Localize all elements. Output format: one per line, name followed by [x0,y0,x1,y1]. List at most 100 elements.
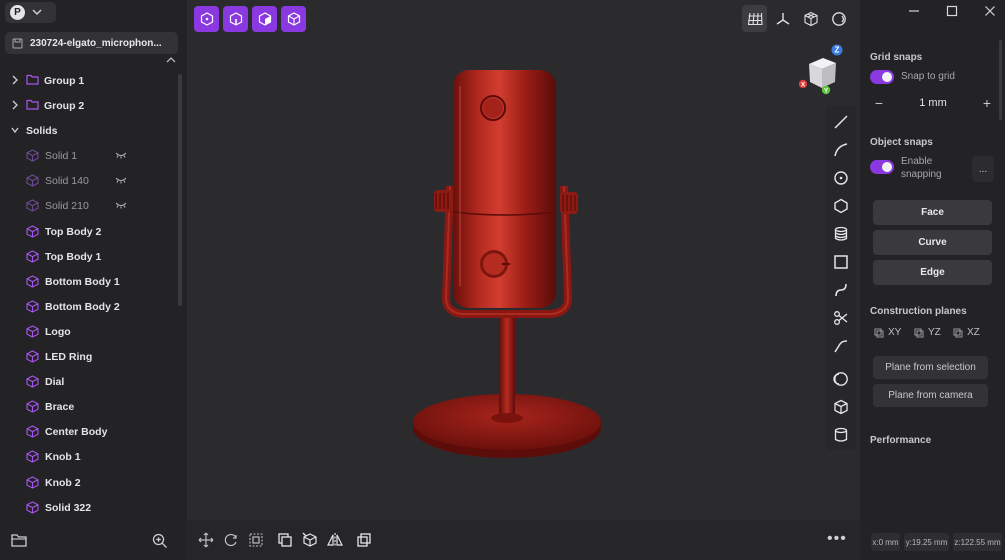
plane-xz-label: XZ [967,327,980,338]
y-axis-handle[interactable]: Y [821,85,831,95]
solid-row[interactable]: Bottom Body 1 [0,269,178,294]
polygon-tool-button[interactable] [832,197,850,215]
solid-cube-icon [26,425,39,438]
mic-pole[interactable] [499,316,515,422]
zoom-in-icon[interactable] [152,533,168,549]
select-solid-button[interactable] [281,6,306,32]
square-icon [834,255,848,269]
curve-tool-button[interactable] [832,141,850,159]
knob-left[interactable] [434,190,454,212]
plane-from-selection-button[interactable]: Plane from selection [873,356,988,379]
boolean-tool-button[interactable] [355,531,373,549]
solid-row[interactable]: Solid 322 [0,495,178,520]
wireframe-toggle-button[interactable] [798,5,823,32]
solid-row[interactable]: Top Body 2 [0,219,178,244]
group-row[interactable]: Group 2 [0,93,178,118]
folder-icon[interactable] [11,533,27,547]
mirror-tool-button[interactable] [326,531,344,549]
rectangle-tool-button[interactable] [832,253,850,271]
solid-cube-icon [26,475,39,489]
duplicate-tool-button[interactable] [276,531,294,549]
outliner-footer [0,520,187,560]
render-mode-button[interactable] [826,5,851,32]
coord-x-readout: x:0 mm [871,533,900,551]
solid-row[interactable]: Solid 210 [0,193,178,218]
grid-toggle-button[interactable] [742,5,767,32]
solid-row[interactable]: Top Body 1 [0,244,178,269]
solid-row[interactable]: Logo [0,319,178,344]
eye-closed-icon[interactable] [115,201,127,209]
chevron-down-icon[interactable] [11,125,19,135]
transform-toolbar [187,520,860,560]
rotate-tool-button[interactable] [222,531,240,549]
draw-tools-toolbar [826,106,856,450]
eye-closed-icon[interactable] [115,176,127,184]
chevron-up-icon[interactable] [166,56,176,63]
enable-snapping-toggle[interactable] [870,160,894,174]
curve-snap-button[interactable]: Curve [873,230,992,255]
outliner-scrollbar[interactable] [178,74,182,306]
solid-row[interactable]: Brace [0,394,178,419]
z-axis-handle[interactable]: Z [831,44,843,56]
plane-xz-button[interactable]: XZ [953,327,980,338]
select-edge-button[interactable] [223,6,248,32]
extrude-tool-button[interactable] [832,225,850,243]
solid-row[interactable]: Solid 140 [0,168,178,193]
sweep-tool-button[interactable] [832,281,850,299]
shell-circle-icon [833,372,848,386]
cylinder-primitive-button[interactable] [832,426,850,444]
solid-row[interactable]: Dial [0,369,178,394]
box-primitive-button[interactable] [832,398,850,416]
align-tool-button[interactable] [301,531,319,549]
solid-row[interactable]: Solid 1 [0,143,178,168]
eye-closed-icon[interactable] [115,151,127,159]
plane-yz-button[interactable]: YZ [914,327,941,338]
axes-toggle-button[interactable] [770,5,795,32]
solid-row[interactable]: Bottom Body 2 [0,294,178,319]
plane-xy-button[interactable]: XY [874,327,901,338]
minimize-button[interactable] [905,4,923,18]
select-face-button[interactable] [252,6,277,32]
line-tool-button[interactable] [832,113,850,131]
solid-row[interactable]: Knob 1 [0,444,178,469]
snap-to-grid-toggle[interactable] [870,70,894,84]
microphone-model[interactable] [410,66,610,466]
move-tool-button[interactable] [197,531,215,549]
shell-tool-button[interactable] [832,370,850,388]
snapping-options-button[interactable]: ... [972,156,994,182]
z-axis-label: Z [835,46,840,55]
close-button[interactable] [981,4,999,18]
settings-scrollbar[interactable] [999,40,1002,120]
settings-panel: Grid snaps Snap to grid − 1 mm + Object … [860,0,1005,560]
fillet-tool-button[interactable] [832,337,850,355]
x-axis-handle[interactable]: X [799,79,808,89]
rotate-icon [224,533,237,547]
edge-snap-button[interactable]: Edge [873,260,992,285]
maximize-button[interactable] [943,4,961,18]
scale-tool-button[interactable] [247,531,265,549]
grid-size-decrement-button[interactable]: − [872,95,886,111]
group-row[interactable]: Group 1 [0,68,178,93]
select-vertex-button[interactable] [194,6,219,32]
cut-tool-button[interactable] [832,309,850,327]
x-axis-label: X [801,82,806,89]
more-tools-button[interactable]: ••• [827,530,847,548]
chevron-right-icon[interactable] [11,100,19,110]
solid-row[interactable]: Center Body [0,419,178,444]
plane-from-camera-button[interactable]: Plane from camera [873,384,988,407]
document-title-bar[interactable]: 230724-elgato_microphon... [5,32,178,54]
grid-size-value[interactable]: 1 mm [919,97,947,109]
coord-y-readout: y:19.25 mm [904,533,949,551]
solid-row[interactable]: Knob 2 [0,470,178,495]
section-row[interactable]: Solids [0,118,178,143]
face-snap-button[interactable]: Face [873,200,992,225]
solid-row[interactable]: LED Ring [0,344,178,369]
navigation-cube[interactable]: Z X Y [799,44,847,98]
chevron-right-icon[interactable] [11,75,19,85]
grid-size-increment-button[interactable]: + [980,95,994,111]
avatar[interactable]: P [10,5,25,20]
circle-tool-button[interactable] [832,169,850,187]
knob-right[interactable] [560,192,578,214]
account-menu-button[interactable]: P [5,2,56,23]
3d-viewport[interactable]: Z X Y ••• [187,0,860,560]
